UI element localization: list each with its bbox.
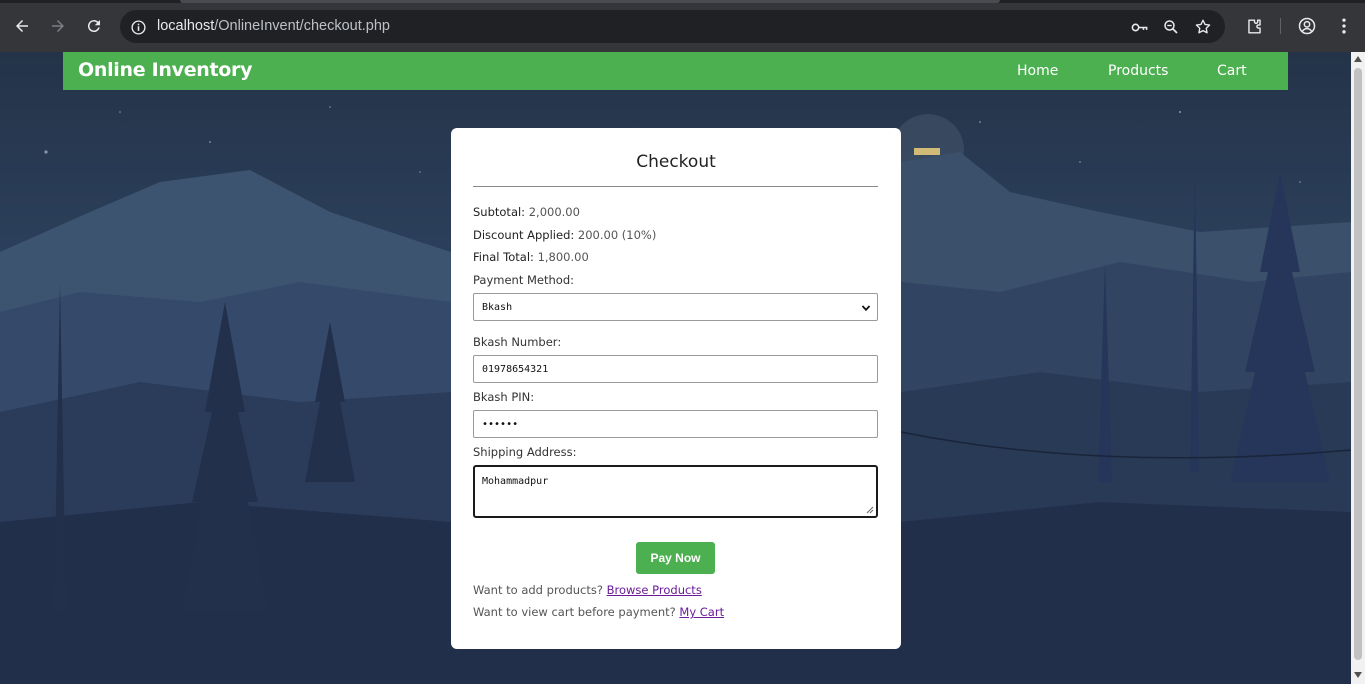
scroll-thumb[interactable]: [1354, 68, 1362, 660]
toolbar-divider: [1280, 18, 1281, 34]
cart-prompt-text: Want to view cart before payment?: [473, 605, 676, 619]
bkash-number-value: 01978654321: [482, 363, 549, 375]
final-total-value: 1,800.00: [537, 250, 589, 264]
nav-products[interactable]: Products: [1108, 63, 1168, 79]
address-bar[interactable]: localhost/OnlineInvent/checkout.php: [120, 10, 1225, 43]
subtotal-label: Subtotal:: [473, 205, 526, 219]
profile-icon[interactable]: [1296, 15, 1318, 37]
payment-method-label: Payment Method:: [473, 273, 575, 287]
discount-row: Discount Applied: 200.00 (10%): [473, 228, 656, 242]
resize-grip-icon[interactable]: [866, 506, 874, 514]
bkash-pin-label: Bkash PIN:: [473, 390, 535, 404]
shipping-address-value: Mohammadpur: [482, 476, 549, 487]
bkash-number-input[interactable]: 01978654321: [473, 355, 878, 383]
bookmark-star-icon[interactable]: [1193, 17, 1213, 37]
back-button[interactable]: [10, 14, 34, 38]
browse-products-link[interactable]: Browse Products: [607, 583, 702, 597]
reload-icon: [87, 20, 100, 33]
site-info-icon[interactable]: [128, 17, 148, 37]
key-icon[interactable]: [1129, 17, 1149, 37]
chevron-down-icon: [861, 305, 871, 312]
page-viewport: Online Inventory Home Products Cart Chec…: [0, 52, 1351, 684]
forward-button[interactable]: [46, 14, 70, 38]
browser-toolbar: localhost/OnlineInvent/checkout.php: [0, 0, 1365, 52]
site-navbar: Online Inventory Home Products Cart: [63, 52, 1288, 90]
bkash-pin-input[interactable]: ••••••: [473, 410, 878, 438]
bkash-pin-value: ••••••: [482, 418, 519, 430]
url-path: /OnlineInvent/checkout.php: [214, 18, 390, 34]
my-cart-link[interactable]: My Cart: [679, 605, 724, 619]
subtotal-value: 2,000.00: [528, 205, 580, 219]
discount-label: Discount Applied:: [473, 228, 575, 242]
browse-products-prompt: Want to add products? Browse Products: [473, 583, 702, 597]
checkout-card: Checkout Subtotal: 2,000.00 Discount App…: [451, 128, 901, 649]
final-total-row: Final Total: 1,800.00: [473, 250, 589, 264]
arrow-right-icon: [52, 20, 64, 32]
page-title: Checkout: [636, 152, 716, 172]
final-total-label: Final Total:: [473, 250, 534, 264]
subtotal-row: Subtotal: 2,000.00: [473, 205, 580, 219]
active-tab-edge: [180, 0, 1000, 3]
nav-cart[interactable]: Cart: [1217, 63, 1247, 79]
url-host: localhost: [157, 18, 215, 34]
shipping-address-label: Shipping Address:: [473, 445, 577, 459]
arrow-left-icon: [16, 20, 28, 32]
browse-prompt-text: Want to add products?: [473, 583, 603, 597]
bkash-number-label: Bkash Number:: [473, 335, 562, 349]
site-brand[interactable]: Online Inventory: [78, 59, 253, 81]
shipping-address-textarea[interactable]: Mohammadpur: [473, 465, 878, 518]
payment-method-value: Bkash: [482, 301, 513, 313]
menu-kebab-icon[interactable]: [1333, 15, 1355, 37]
discount-value: 200.00 (10%): [577, 228, 657, 242]
reload-button[interactable]: [82, 14, 106, 38]
zoom-icon[interactable]: [1161, 17, 1181, 37]
url-text[interactable]: localhost/OnlineInvent/checkout.php: [157, 18, 390, 34]
title-divider: [473, 186, 878, 187]
nav-home[interactable]: Home: [1017, 63, 1058, 79]
my-cart-prompt: Want to view cart before payment? My Car…: [473, 605, 724, 619]
page-scrollbar[interactable]: [1351, 52, 1365, 684]
pay-now-button[interactable]: Pay Now: [636, 542, 715, 574]
payment-method-select[interactable]: Bkash: [473, 293, 878, 321]
extensions-icon[interactable]: [1243, 15, 1265, 37]
scroll-down-arrow[interactable]: [1354, 672, 1362, 678]
scroll-up-arrow[interactable]: [1354, 56, 1362, 62]
